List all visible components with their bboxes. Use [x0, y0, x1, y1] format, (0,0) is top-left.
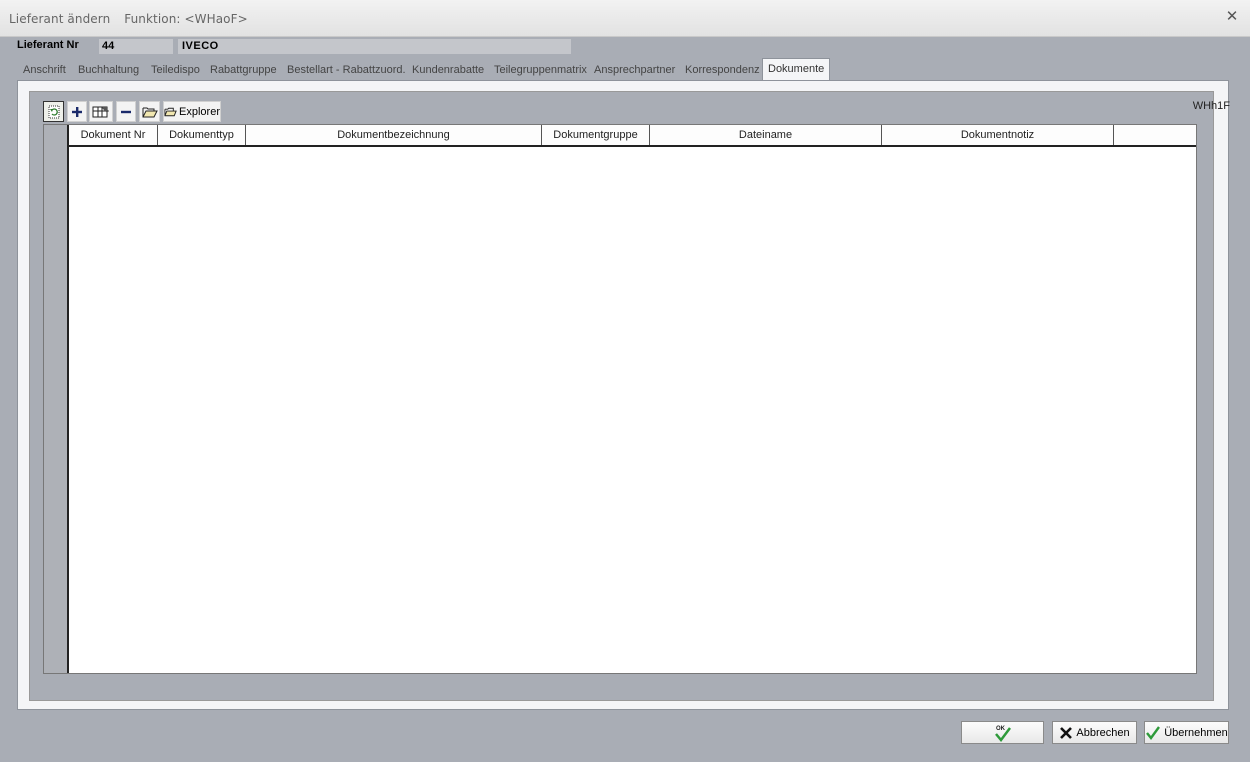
window-title-text: Lieferant ändern: [9, 12, 111, 26]
cancel-label: Abbrechen: [1076, 726, 1130, 739]
tab-buchhaltung[interactable]: Buchhaltung: [78, 61, 139, 79]
tab-ansprechpartner[interactable]: Ansprechpartner: [594, 61, 675, 79]
lieferant-nr-label: Lieferant Nr: [17, 39, 79, 51]
panel-code: WHh1F: [1192, 100, 1230, 112]
add-button[interactable]: [67, 101, 87, 122]
cancel-x-icon: [1060, 726, 1073, 739]
refresh-icon: [48, 105, 59, 118]
column-dokumenttyp[interactable]: Dokumenttyp: [158, 125, 246, 145]
apply-button[interactable]: Übernehmen: [1144, 721, 1229, 744]
apply-label: Übernehmen: [1164, 726, 1228, 739]
column-empty[interactable]: [1114, 125, 1196, 145]
column-dokument-nr[interactable]: Dokument Nr: [69, 125, 158, 145]
grid-header: Dokument Nr Dokumenttyp Dokumentbezeichn…: [69, 125, 1196, 147]
lieferant-nr-field: 44: [99, 39, 173, 54]
tab-strip: Anschrift Buchhaltung Teiledispo Rabattg…: [17, 58, 1229, 80]
tab-rabattgruppe[interactable]: Rabattgruppe: [210, 61, 277, 79]
tab-teilegruppenmatrix[interactable]: Teilegruppenmatrix: [494, 61, 587, 79]
tab-anschrift[interactable]: Anschrift: [23, 61, 66, 79]
column-dateiname[interactable]: Dateiname: [650, 125, 882, 145]
tab-teiledispo[interactable]: Teiledispo: [151, 61, 200, 79]
function-label: Funktion: <WHaoF>: [124, 12, 248, 26]
ok-icon-text: OK: [996, 726, 1006, 732]
tab-kundenrabatte[interactable]: Kundenrabatte: [412, 61, 484, 79]
window-title: Lieferant ändern Funktion: <WHaoF>: [9, 12, 248, 26]
ok-check-icon: OK: [994, 726, 1011, 742]
apply-check-icon: [1146, 725, 1161, 740]
grid-row-header[interactable]: [44, 125, 69, 673]
lieferant-name-field: IVECO: [178, 39, 571, 54]
plus-icon: [72, 106, 82, 117]
refresh-button[interactable]: [43, 101, 64, 122]
minus-icon: [121, 110, 131, 113]
window-title-bar[interactable]: Lieferant ändern Funktion: <WHaoF> ✕: [0, 0, 1250, 37]
close-icon[interactable]: ✕: [1224, 9, 1240, 25]
tab-dokumente[interactable]: Dokumente: [762, 58, 831, 80]
cancel-button[interactable]: Abbrechen: [1052, 721, 1137, 744]
edit-button[interactable]: [89, 101, 113, 122]
explorer-label: Explorer: [179, 105, 220, 118]
tab-korrespondenz[interactable]: Korrespondenz: [685, 61, 760, 79]
ok-button[interactable]: OK: [961, 721, 1044, 744]
folder-icon: [164, 107, 177, 116]
documents-grid[interactable]: Dokument Nr Dokumenttyp Dokumentbezeichn…: [43, 124, 1197, 674]
open-folder-icon: [142, 107, 158, 117]
delete-button[interactable]: [116, 101, 136, 122]
column-dokumentbezeichnung[interactable]: Dokumentbezeichnung: [246, 125, 542, 145]
tab-bestellart-rabattzuord[interactable]: Bestellart - Rabattzuord.: [287, 61, 406, 79]
open-folder-button[interactable]: [139, 101, 160, 122]
column-dokumentgruppe[interactable]: Dokumentgruppe: [542, 125, 650, 145]
edit-grid-icon: [92, 105, 109, 117]
explorer-button[interactable]: Explorer: [163, 101, 221, 122]
column-dokumentnotiz[interactable]: Dokumentnotiz: [882, 125, 1114, 145]
